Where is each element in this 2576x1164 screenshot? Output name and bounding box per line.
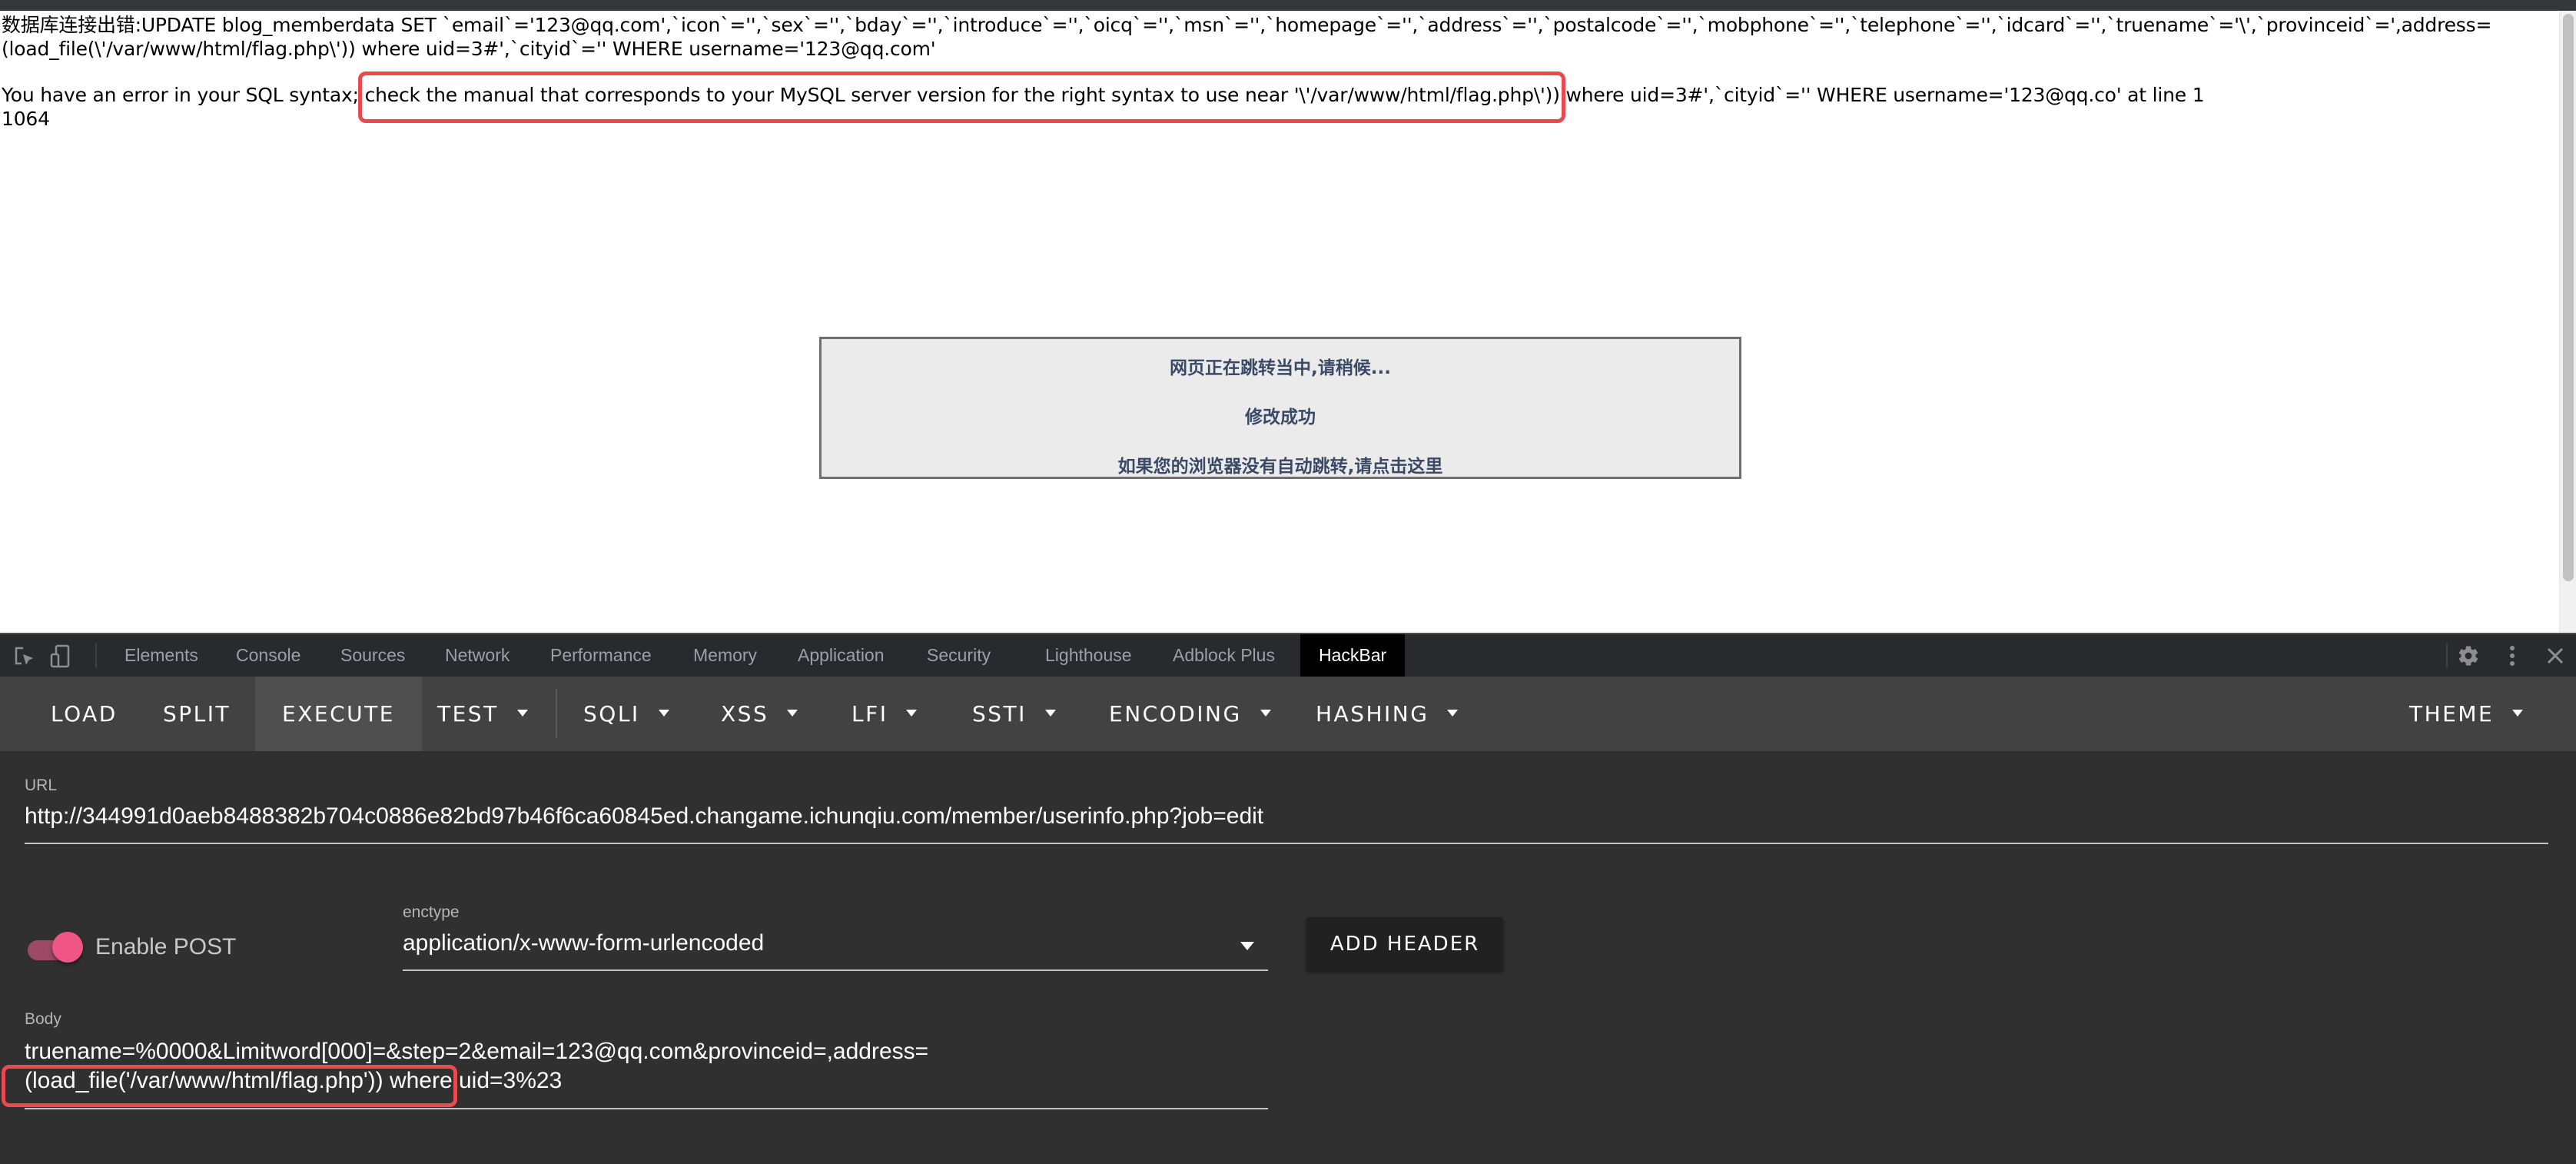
encoding-label: ENCODING [1109,701,1242,727]
tab-hackbar[interactable]: HackBar [1300,634,1406,677]
lfi-label: LFI [851,701,888,727]
sql-error-line-1: 数据库连接出错:UPDATE blog_memberdata SET `emai… [2,14,2492,36]
devtools-panel: Elements Console Sources Network Perform… [0,633,2576,1164]
annotation-highlight-box [2,1065,457,1107]
body-textarea-line-1[interactable]: truename=%0000&Limitword[000]=&step=2&em… [25,1039,928,1065]
url-input[interactable]: http://344991d0aeb8488382b704c0886e82bd9… [25,803,1263,830]
tab-console[interactable]: Console [236,634,300,677]
dropdown-caret-icon [658,709,669,717]
split-button[interactable]: SPLIT [163,677,231,751]
annotation-highlight-box [358,72,1565,123]
page-scrollbar[interactable] [2559,11,2576,633]
dropdown-caret-icon [1044,709,1056,717]
load-button[interactable]: LOAD [51,677,118,751]
tab-network[interactable]: Network [445,634,510,677]
sql-error-line-2: (load_file(\'/var/www/html/flag.php\')) … [2,38,936,60]
lfi-menu-button[interactable]: LFI [851,677,918,751]
tab-bar-right-divider [2446,644,2448,668]
settings-gear-icon[interactable] [2457,644,2480,667]
device-toolbar-icon[interactable] [48,644,72,668]
tab-sources[interactable]: Sources [340,634,405,677]
dropdown-caret-icon [516,709,528,717]
xss-label: XSS [721,701,769,727]
web-page: 数据库连接出错:UPDATE blog_memberdata SET `emai… [0,11,2559,633]
manual-redirect-link[interactable]: 如果您的浏览器没有自动跳转,请点击这里 [822,451,1739,477]
load-label: LOAD [51,701,118,727]
enable-post-label: Enable POST [95,934,237,959]
sqli-menu-button[interactable]: SQLI [583,677,669,751]
redirect-notice-box: 网页正在跳转当中,请稍候... 修改成功 如果您的浏览器没有自动跳转,请点击这里 [819,337,1741,479]
hackbar-toolbar: LOAD SPLIT EXECUTE TEST SQLI XSS LFI SST… [0,677,2576,751]
execute-button[interactable]: EXECUTE [255,677,422,751]
page-scrollbar-thumb[interactable] [2563,14,2574,581]
body-field-label: Body [25,1010,61,1028]
dropdown-caret-icon [1447,709,1459,717]
dropdown-caret-icon [906,709,918,717]
theme-menu-button[interactable]: THEME [2409,677,2524,751]
tab-performance[interactable]: Performance [550,634,652,677]
close-icon[interactable] [2544,645,2566,667]
ssti-label: SSTI [972,701,1027,727]
dropdown-caret-icon [2512,709,2524,717]
devtools-tab-bar: Elements Console Sources Network Perform… [0,634,2576,677]
hashing-label: HASHING [1316,701,1429,727]
url-input-underline [25,843,2548,844]
dropdown-caret-icon [787,709,798,717]
dropdown-caret-icon [1260,709,1271,717]
enctype-dropdown-caret-icon[interactable] [1240,942,1254,950]
redirect-waiting-text: 网页正在跳转当中,请稍候... [1170,358,1391,378]
split-label: SPLIT [163,701,231,727]
tab-bar-divider [95,644,97,668]
encoding-menu-button[interactable]: ENCODING [1109,677,1271,751]
url-field-label: URL [25,777,58,794]
enctype-underline [403,969,1268,971]
enable-post-toggle[interactable] [28,932,83,969]
modify-success-text: 修改成功 [1245,407,1316,427]
sqli-label: SQLI [583,701,640,727]
hashing-menu-button[interactable]: HASHING [1316,677,1459,751]
enctype-select[interactable]: application/x-www-form-urlencoded [403,930,764,956]
toggle-knob [52,932,83,963]
body-textarea-underline [25,1108,1268,1109]
browser-top-strip [0,0,2576,11]
xss-menu-button[interactable]: XSS [721,677,798,751]
tab-adblock-plus[interactable]: Adblock Plus [1173,634,1275,677]
tab-memory[interactable]: Memory [693,634,757,677]
ssti-menu-button[interactable]: SSTI [972,677,1056,751]
execute-label: EXECUTE [282,701,395,727]
enctype-label: enctype [403,903,460,921]
toolbar-divider [556,689,557,738]
more-vert-icon[interactable] [2508,644,2517,668]
tab-application[interactable]: Application [798,634,885,677]
mysql-error-code: 1064 [2,108,50,130]
add-header-button[interactable]: ADD HEADER [1306,917,1503,971]
tab-elements[interactable]: Elements [124,634,198,677]
tab-lighthouse[interactable]: Lighthouse [1045,634,1132,677]
inspect-element-icon[interactable] [12,644,37,668]
theme-label: THEME [2409,701,2495,727]
tab-security[interactable]: Security [927,634,991,677]
test-label: TEST [437,701,499,727]
test-menu-button[interactable]: TEST [437,677,528,751]
